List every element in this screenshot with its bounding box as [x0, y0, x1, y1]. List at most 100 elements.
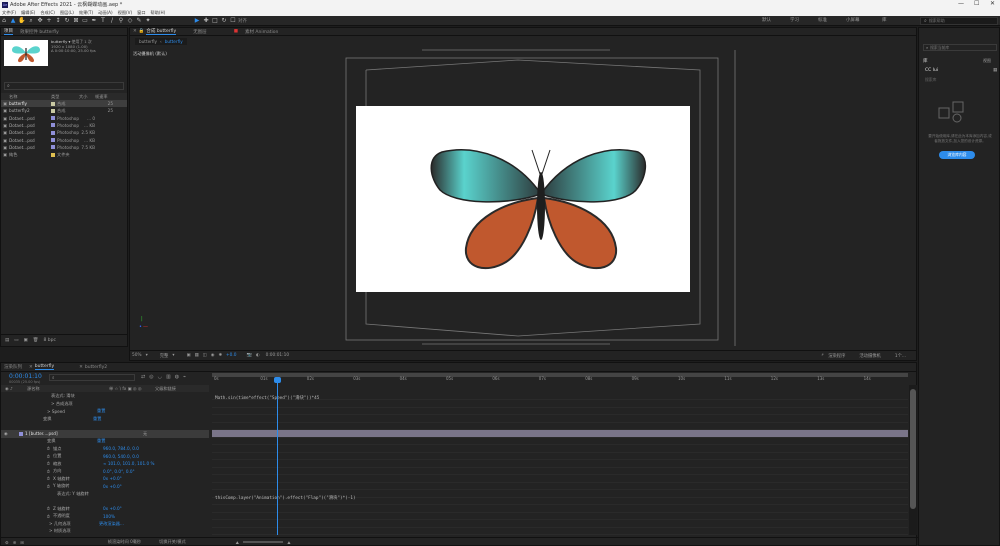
comp-timecode[interactable]: 0:00:01:10	[266, 353, 289, 358]
snap-checkbox-icon[interactable]: ☐	[229, 17, 237, 25]
close-button[interactable]: ✕	[990, 0, 995, 7]
layer-switches-icon[interactable]: ⚙	[5, 540, 9, 545]
exposure-icon[interactable]: ✺	[218, 353, 222, 358]
zoom-select[interactable]: 50%	[132, 353, 142, 358]
col-fps[interactable]: 帧速率	[95, 94, 115, 100]
pan-tool-icon[interactable]: +	[45, 17, 53, 25]
fast-previews-icon[interactable]: ⚡	[821, 353, 824, 358]
transfer-controls-icon[interactable]: ⊕	[13, 540, 17, 545]
camera-view-select[interactable]: 活动摄像机	[859, 353, 880, 359]
scrollbar-thumb[interactable]	[910, 389, 916, 509]
show-snapshot-icon[interactable]: ◐	[256, 353, 260, 358]
library-search-field[interactable]: ⌕ 搜索当前库	[923, 44, 997, 51]
bpc-label[interactable]: 8 bpc	[44, 338, 56, 343]
timeline-timecode[interactable]: 0:00:01:10	[9, 373, 42, 380]
clone-stamp-tool-icon[interactable]: ⚲	[117, 17, 125, 25]
tab-butterfly[interactable]: butterfly	[34, 364, 55, 370]
new-folder-icon[interactable]: ▭	[14, 338, 18, 343]
workspace-default[interactable]: 默认	[762, 17, 771, 23]
motion-blur-icon[interactable]: ◍	[175, 374, 179, 380]
minimize-button[interactable]: —	[958, 0, 964, 7]
interpret-footage-icon[interactable]: ▤	[5, 338, 9, 343]
transparency-grid-icon[interactable]: ▦	[195, 353, 199, 358]
frame-blending-icon[interactable]: ▥	[166, 374, 171, 380]
tab-render-queue[interactable]: 渲染队列	[4, 364, 22, 370]
project-item[interactable]: ▣ Dotaet...psd Photoshop ... KB	[1, 122, 127, 129]
track-area[interactable]	[1, 392, 918, 535]
library-grid-icon[interactable]: ▦	[993, 68, 997, 73]
menu-animation[interactable]: 动画(A)	[98, 10, 113, 16]
type-tool-icon[interactable]: T	[99, 17, 107, 25]
label-color-swatch[interactable]	[51, 101, 55, 106]
menu-edit[interactable]: 编辑(E)	[21, 10, 35, 16]
home-icon[interactable]: ⌂	[0, 17, 8, 25]
timeline-zoom-slider[interactable]	[243, 541, 284, 543]
library-name[interactable]: CC lui	[925, 68, 938, 73]
comp-mini-flowchart-icon[interactable]: ⇄	[141, 374, 145, 380]
label-color-swatch[interactable]	[51, 108, 55, 113]
snap-pointer-icon[interactable]: ▶	[193, 17, 201, 25]
menu-effect[interactable]: 效果(T)	[79, 10, 93, 16]
eraser-tool-icon[interactable]: ◇	[126, 17, 134, 25]
library-view-mode[interactable]: 视图	[983, 58, 991, 64]
time-ruler[interactable]: 0s 01s 02s 03s 04s 05s 06s 07s 08s 09s 10s 11s 12s 13…	[212, 376, 908, 385]
hand-tool-icon[interactable]: ✋	[18, 17, 26, 25]
timeline-search-field[interactable]: ⌕	[49, 374, 135, 381]
menu-composition[interactable]: 合成(C)	[40, 10, 55, 16]
snap-rotate-icon[interactable]: ↻	[220, 17, 228, 25]
comp-viewer[interactable]: | — •	[130, 46, 916, 352]
color-channel-icon[interactable]: ◉	[211, 353, 215, 358]
snapshot-icon[interactable]: 📷	[246, 353, 251, 358]
close-tab-icon[interactable]: ✕	[133, 29, 137, 34]
tab-footage[interactable]: 素材 Animation	[245, 29, 278, 35]
menu-help[interactable]: 帮助(H)	[151, 10, 166, 16]
orbit-tool-icon[interactable]: ✥	[36, 17, 44, 25]
project-item[interactable]: ▣ Dotaet...psd Photoshop 7.5 KB	[1, 144, 127, 151]
dolly-tool-icon[interactable]: ↕	[54, 17, 62, 25]
rectangle-tool-icon[interactable]: ▭	[81, 17, 89, 25]
label-color-swatch[interactable]	[51, 130, 55, 135]
resolution-dropdown-icon[interactable]: ▾	[172, 353, 174, 358]
pen-tool-icon[interactable]: ✒	[90, 17, 98, 25]
label-color-swatch[interactable]	[51, 116, 55, 121]
exposure-value[interactable]: +0.0	[226, 353, 236, 358]
new-comp-icon[interactable]: ▣	[24, 338, 28, 343]
rotate-tool-icon[interactable]: ↻	[63, 17, 71, 25]
brush-tool-icon[interactable]: /	[108, 17, 116, 25]
col-parent[interactable]: 父级和链接	[155, 386, 176, 392]
draft-3d-icon[interactable]: ◎	[149, 374, 153, 380]
view-layout-select[interactable]: 1个...	[895, 353, 906, 359]
col-name[interactable]: 名称	[1, 94, 51, 100]
tab-layer[interactable]: 无图层	[193, 29, 207, 35]
project-item[interactable]: ▣ 纯色 文件夹	[1, 151, 127, 158]
region-icon[interactable]: ▣	[187, 353, 191, 358]
label-color-swatch[interactable]	[51, 138, 55, 142]
menu-view[interactable]: 视图(V)	[118, 10, 133, 16]
col-size[interactable]: 大小	[79, 94, 95, 100]
project-item[interactable]: ▣ Dotaet...psd Photoshop 2.5 KB	[1, 129, 127, 136]
snap-square-icon[interactable]: □	[211, 17, 219, 25]
resolution-select[interactable]: 完整	[160, 353, 169, 359]
delete-icon[interactable]: 🗑	[33, 338, 39, 343]
breadcrumb-item[interactable]: butterfly	[165, 39, 183, 44]
roto-brush-tool-icon[interactable]: ✎	[135, 17, 143, 25]
tab-close-icon[interactable]: ✕	[79, 365, 83, 370]
graph-editor-icon[interactable]: ⌁	[183, 374, 186, 380]
playhead-handle[interactable]	[274, 377, 281, 383]
snap-move-icon[interactable]: ✚	[202, 17, 210, 25]
project-item[interactable]: ▣ butterfly 合成 25	[1, 100, 127, 107]
mask-visibility-icon[interactable]: ◫	[203, 353, 207, 358]
menu-window[interactable]: 窗口	[137, 10, 145, 16]
breadcrumb-item[interactable]: butterfly	[139, 39, 157, 44]
menu-layer[interactable]: 图层(L)	[60, 10, 74, 16]
puppet-tool-icon[interactable]: ✦	[144, 17, 152, 25]
library-tab[interactable]: 库	[923, 58, 928, 64]
project-search-field[interactable]: ⌕	[4, 82, 124, 90]
timeline-track[interactable]	[212, 527, 908, 535]
tab-effect-controls[interactable]: 效果控件 butterfly	[20, 29, 59, 35]
tab-project[interactable]: 项目	[4, 28, 13, 35]
in-out-icon[interactable]: ⊞	[20, 540, 24, 545]
maximize-button[interactable]: ☐	[974, 0, 979, 7]
menu-file[interactable]: 文件(F)	[2, 10, 16, 16]
workspace-learn[interactable]: 学习	[790, 17, 799, 23]
